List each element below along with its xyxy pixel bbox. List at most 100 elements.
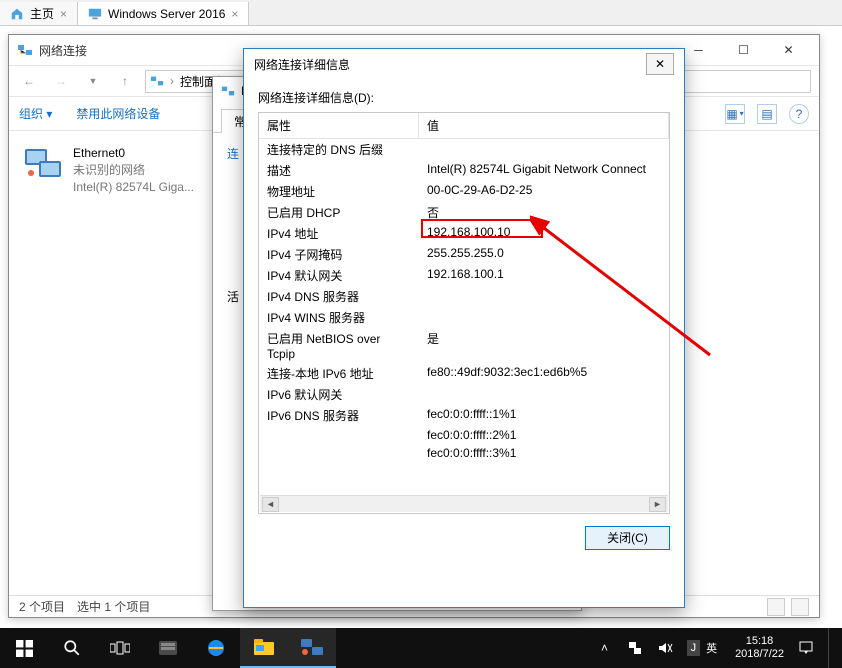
- cell-property: 描述: [259, 160, 419, 181]
- tab-home-label: 主页: [30, 5, 54, 22]
- list-row[interactable]: 物理地址00-0C-29-A6-D2-25: [259, 181, 669, 202]
- network-tray-icon[interactable]: [627, 640, 643, 656]
- cell-value: [419, 139, 669, 160]
- adapter-name: Ethernet0: [73, 145, 194, 162]
- cell-property: IPv4 子网掩码: [259, 244, 419, 265]
- scroll-left-icon[interactable]: ◄: [262, 497, 279, 512]
- search-button[interactable]: [48, 628, 96, 668]
- cell-property: IPv4 WINS 服务器: [259, 307, 419, 328]
- scroll-right-icon[interactable]: ►: [649, 497, 666, 512]
- list-row[interactable]: IPv4 子网掩码255.255.255.0: [259, 244, 669, 265]
- tray-expand-icon[interactable]: ˄: [597, 640, 613, 656]
- horizontal-scrollbar[interactable]: ◄ ►: [260, 495, 668, 512]
- cell-value: fec0:0:0:ffff::3%1: [419, 444, 669, 462]
- cell-value: 00-0C-29-A6-D2-25: [419, 181, 669, 202]
- vm-tab-bar: 主页 × Windows Server 2016 ×: [0, 0, 842, 26]
- disable-device-button[interactable]: 禁用此网络设备: [76, 105, 160, 122]
- view-options-button[interactable]: ▦▾: [725, 104, 745, 124]
- list-row[interactable]: IPv4 地址192.168.100.10: [259, 223, 669, 244]
- selected-count: 选中 1 个项目: [77, 598, 150, 615]
- list-row[interactable]: 已启用 NetBIOS over Tcpip是: [259, 328, 669, 363]
- cell-value: fe80::49df:9032:3ec1:ed6b%5: [419, 363, 669, 384]
- organize-menu[interactable]: 组织 ▾: [19, 105, 52, 122]
- cell-value: fec0:0:0:ffff::1%1: [419, 405, 669, 426]
- cell-property: IPv6 默认网关: [259, 384, 419, 405]
- close-icon[interactable]: ✕: [646, 53, 674, 75]
- list-row[interactable]: fec0:0:0:ffff::3%1: [259, 444, 669, 462]
- volume-tray-icon[interactable]: [657, 640, 673, 656]
- preview-pane-button[interactable]: ▤: [757, 104, 777, 124]
- header-property: 属性: [259, 113, 419, 138]
- close-button[interactable]: ✕: [766, 36, 811, 64]
- cell-property: 已启用 NetBIOS over Tcpip: [259, 328, 419, 363]
- cell-value: 192.168.100.10: [419, 223, 669, 244]
- dialog-titlebar[interactable]: 网络连接详细信息 ✕: [244, 49, 684, 79]
- forward-button[interactable]: →: [49, 69, 73, 93]
- taskbar-ie[interactable]: [192, 628, 240, 668]
- cell-property: 连接-本地 IPv6 地址: [259, 363, 419, 384]
- list-row[interactable]: 描述Intel(R) 82574L Gigabit Network Connec…: [259, 160, 669, 181]
- show-desktop-button[interactable]: [828, 628, 834, 668]
- maximize-button[interactable]: ☐: [721, 36, 766, 64]
- details-list: 属性 值 连接特定的 DNS 后缀描述Intel(R) 82574L Gigab…: [258, 112, 670, 514]
- action-center-icon[interactable]: [798, 640, 814, 656]
- cell-value: 是: [419, 328, 669, 363]
- list-row[interactable]: IPv4 WINS 服务器: [259, 307, 669, 328]
- home-icon: [10, 7, 24, 21]
- item-count: 2 个项目: [19, 598, 65, 615]
- taskbar: ˄ J 英 15:18 2018/7/22: [0, 628, 842, 668]
- cell-property: [259, 426, 419, 444]
- adapter-device: Intel(R) 82574L Giga...: [73, 179, 194, 196]
- list-row[interactable]: IPv4 DNS 服务器: [259, 286, 669, 307]
- clock-time: 15:18: [735, 635, 784, 648]
- details-label: 网络连接详细信息(D):: [258, 89, 670, 106]
- cell-property: 连接特定的 DNS 后缀: [259, 139, 419, 160]
- cell-property: IPv6 DNS 服务器: [259, 405, 419, 426]
- ime-lang: 英: [702, 638, 721, 658]
- back-button[interactable]: ←: [17, 69, 41, 93]
- details-view-icon[interactable]: [767, 598, 785, 616]
- start-button[interactable]: [0, 628, 48, 668]
- close-button[interactable]: 关闭(C): [585, 526, 670, 550]
- system-tray: ˄ J 英 15:18 2018/7/22: [589, 628, 842, 668]
- close-icon[interactable]: ×: [60, 7, 67, 21]
- cell-property: IPv4 DNS 服务器: [259, 286, 419, 307]
- ime-indicator[interactable]: J 英: [687, 638, 722, 658]
- tab-ws-label: Windows Server 2016: [108, 7, 225, 21]
- network-icon: [150, 74, 164, 88]
- header-value: 值: [419, 113, 669, 138]
- taskbar-clock[interactable]: 15:18 2018/7/22: [735, 635, 784, 660]
- ime-mode-letter: J: [687, 640, 701, 656]
- help-button[interactable]: ?: [789, 104, 809, 124]
- up-button[interactable]: ↑: [113, 69, 137, 93]
- cell-property: [259, 444, 419, 462]
- cell-property: 物理地址: [259, 181, 419, 202]
- large-icons-view-icon[interactable]: [791, 598, 809, 616]
- list-row[interactable]: IPv6 DNS 服务器fec0:0:0:ffff::1%1: [259, 405, 669, 426]
- network-icon: [17, 42, 33, 58]
- close-icon[interactable]: ×: [231, 7, 238, 21]
- taskbar-network[interactable]: [288, 628, 336, 668]
- list-row[interactable]: 已启用 DHCP否: [259, 202, 669, 223]
- ethernet-icon: [23, 145, 63, 181]
- taskbar-server-manager[interactable]: [144, 628, 192, 668]
- taskbar-explorer[interactable]: [240, 628, 288, 668]
- history-dropdown[interactable]: ▼: [81, 69, 105, 93]
- monitor-icon: [88, 7, 102, 21]
- adapter-item[interactable]: Ethernet0 未识别的网络 Intel(R) 82574L Giga...: [23, 145, 213, 195]
- list-row[interactable]: fec0:0:0:ffff::2%1: [259, 426, 669, 444]
- list-header[interactable]: 属性 值: [259, 113, 669, 139]
- cell-value: fec0:0:0:ffff::2%1: [419, 426, 669, 444]
- list-row[interactable]: 连接特定的 DNS 后缀: [259, 139, 669, 160]
- cell-value: [419, 286, 669, 307]
- list-row[interactable]: 连接-本地 IPv6 地址fe80::49df:9032:3ec1:ed6b%5: [259, 363, 669, 384]
- cell-property: IPv4 地址: [259, 223, 419, 244]
- tab-ws2016[interactable]: Windows Server 2016 ×: [78, 2, 249, 25]
- list-row[interactable]: IPv4 默认网关192.168.100.1: [259, 265, 669, 286]
- list-row[interactable]: IPv6 默认网关: [259, 384, 669, 405]
- cell-value: 255.255.255.0: [419, 244, 669, 265]
- tab-home[interactable]: 主页 ×: [0, 2, 78, 25]
- task-view-button[interactable]: [96, 628, 144, 668]
- dialog-title: 网络连接详细信息: [254, 56, 646, 73]
- cell-property: 已启用 DHCP: [259, 202, 419, 223]
